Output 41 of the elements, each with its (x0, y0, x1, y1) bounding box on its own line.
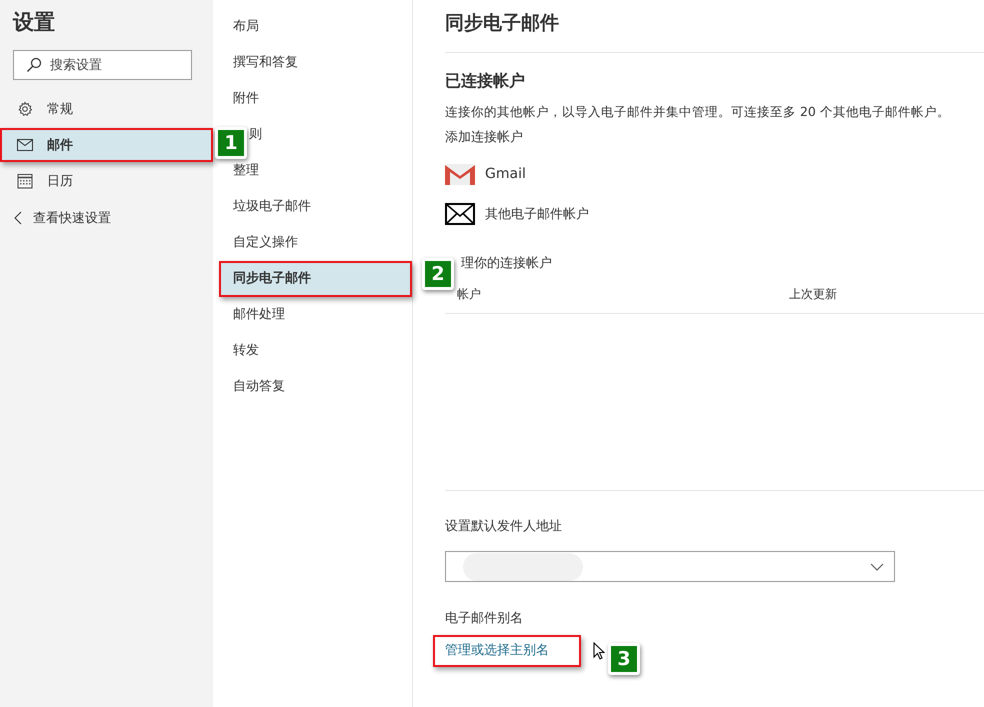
cursor-icon (593, 642, 605, 660)
settings-category[interactable]: 邮件处理 (213, 297, 412, 333)
settings-category[interactable]: 附件 (213, 81, 412, 117)
mail-icon (17, 139, 33, 151)
settings-category[interactable]: 转发 (213, 333, 412, 369)
settings-category[interactable]: 垃圾电子邮件 (213, 189, 412, 225)
manage-alias-link[interactable]: 管理或选择主别名 (433, 635, 581, 667)
field-label: 设置默认发件人地址 (445, 518, 563, 535)
description-text: 连接你的其他帐户，以导入电子邮件并集中管理。可连接至多 20 个其他电子邮件帐户。 (445, 104, 951, 121)
column-header: 上次更新 (788, 286, 837, 303)
add-account-label: 添加连接帐户 (445, 129, 524, 146)
column-header: 帐户 (456, 286, 482, 303)
chevron-left-icon (14, 211, 22, 225)
quick-settings-link[interactable]: 查看快速设置 (0, 204, 213, 232)
envelope-icon (445, 203, 475, 225)
field-label: 电子邮件别名 (445, 610, 524, 627)
settings-category[interactable]: 则 (249, 117, 262, 153)
chevron-down-icon (870, 562, 884, 570)
step-badge: 1 (215, 127, 247, 159)
sidebar-item[interactable]: 日历 (0, 164, 213, 198)
page-title: 同步电子邮件 (445, 11, 560, 36)
step-badge: 2 (422, 258, 454, 290)
settings-title: 设置 (12, 9, 56, 36)
gmail-icon (445, 163, 475, 185)
section-heading: 已连接帐户 (445, 71, 526, 92)
search-field[interactable]: 搜索设置 (13, 50, 192, 80)
sidebar-item[interactable]: 邮件 (0, 128, 213, 162)
settings-category[interactable]: 布局 (213, 9, 412, 45)
provider-option[interactable]: Gmail (445, 162, 984, 186)
sidebar-item[interactable]: 常规 (0, 92, 213, 126)
settings-category[interactable]: 自定义操作 (213, 225, 412, 261)
sender-dropdown[interactable] (445, 551, 895, 582)
settings-category[interactable]: 同步电子邮件 (219, 261, 412, 297)
step-badge: 3 (608, 643, 640, 675)
settings-category[interactable]: 撰写和答复 (213, 45, 412, 81)
manage-accounts-label: 理你的连接帐户 (460, 255, 553, 272)
provider-option[interactable]: 其他电子邮件帐户 (445, 202, 984, 226)
search-icon (26, 57, 42, 73)
calendar-icon (17, 173, 33, 189)
gear-icon (17, 101, 33, 117)
settings-category[interactable]: 自动答复 (213, 369, 412, 405)
